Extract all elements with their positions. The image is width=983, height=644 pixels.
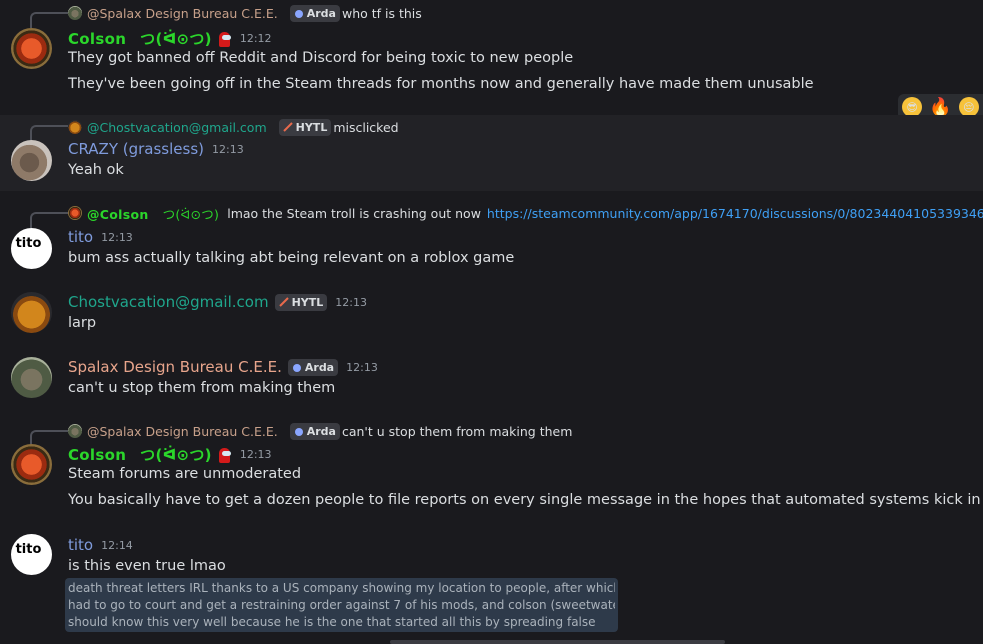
timestamp: 12:13 bbox=[346, 360, 378, 374]
author-name[interactable]: tito bbox=[68, 536, 93, 554]
attachment-text: death threat letters IRL thanks to a US … bbox=[68, 581, 615, 595]
crewmate-icon bbox=[218, 446, 232, 464]
reply-avatar bbox=[68, 120, 82, 134]
role-tag: HYTL bbox=[278, 118, 332, 136]
reply-preview[interactable]: @Colson つ(ᐛ⊙つ) lmao the Steam troll is cr… bbox=[68, 204, 983, 222]
author-name[interactable]: tito bbox=[68, 228, 93, 246]
avatar[interactable]: tito bbox=[11, 228, 52, 269]
flame-tag-icon bbox=[294, 428, 303, 436]
role-tag: Arda bbox=[289, 4, 340, 22]
message-colson-2: @Spalax Design Bureau C.E.E. Arda can't … bbox=[0, 418, 983, 518]
reply-text: can't u stop them from making them bbox=[341, 423, 573, 439]
image-attachment[interactable]: death threat letters IRL thanks to a US … bbox=[65, 578, 618, 632]
author-name[interactable]: Spalax Design Bureau C.E.E. bbox=[68, 358, 282, 376]
reply-author[interactable]: @Spalax Design Bureau C.E.E. bbox=[87, 6, 278, 21]
author-kaomoji: つ(ᐛ⊙つ) bbox=[140, 446, 212, 464]
pensive-face-emoji[interactable]: 😔 bbox=[958, 97, 979, 117]
fire-emoji[interactable]: 🔥 bbox=[929, 97, 951, 118]
avatar[interactable] bbox=[11, 140, 52, 181]
timestamp: 12:13 bbox=[212, 142, 244, 156]
timestamp: 12:12 bbox=[239, 32, 272, 45]
message-header: Colson つ(ᐛ⊙つ) 12:12 bbox=[68, 28, 272, 49]
author-name[interactable]: CRAZY (grassless) bbox=[68, 140, 204, 158]
reply-preview[interactable]: @Spalax Design Bureau C.E.E. Arda who tf… bbox=[68, 4, 422, 22]
crewmate-icon bbox=[218, 30, 232, 48]
author-kaomoji: つ(ᐛ⊙つ) bbox=[140, 30, 212, 48]
message-header: Chostvacation@gmail.com HYTL 12:13 bbox=[68, 293, 367, 311]
cool-face-emoji[interactable]: 😎 bbox=[902, 97, 923, 117]
reply-text: lmao the Steam troll is crashing out now bbox=[227, 205, 481, 221]
message-header: tito 12:14 bbox=[68, 536, 133, 554]
avatar[interactable] bbox=[11, 28, 52, 69]
fire-tag-icon bbox=[294, 10, 303, 18]
message-colson-1: @Spalax Design Bureau C.E.E. Arda who tf… bbox=[0, 0, 983, 100]
role-tag: Arda bbox=[287, 358, 339, 376]
timestamp: 12:13 bbox=[335, 295, 367, 309]
role-tag: HYTL bbox=[274, 293, 328, 311]
sword-tag-icon bbox=[282, 122, 293, 132]
reply-text: misclicked bbox=[333, 119, 399, 135]
message-spalax: Spalax Design Bureau C.E.E. Arda 12:13 c… bbox=[0, 355, 983, 415]
reply-author[interactable]: @Spalax Design Bureau C.E.E. bbox=[87, 424, 278, 439]
message-text: You basically have to get a dozen people… bbox=[68, 492, 981, 508]
message-header: tito 12:13 bbox=[68, 228, 133, 246]
message-text: They've been going off in the Steam thre… bbox=[68, 76, 814, 92]
reply-avatar bbox=[68, 424, 82, 438]
timestamp: 12:13 bbox=[239, 448, 272, 461]
role-tag: Arda bbox=[289, 422, 340, 440]
message-header: CRAZY (grassless) 12:13 bbox=[68, 140, 244, 158]
horizontal-scrollbar[interactable] bbox=[390, 640, 725, 644]
reply-author[interactable]: @Colson つ(ᐛ⊙つ) bbox=[87, 204, 219, 223]
reply-avatar bbox=[68, 206, 82, 220]
message-tito-1: @Colson つ(ᐛ⊙つ) lmao the Steam troll is cr… bbox=[0, 200, 983, 280]
sword-tag-icon bbox=[278, 297, 289, 307]
message-text: They got banned off Reddit and Discord f… bbox=[68, 50, 574, 66]
message-crazy: @Chostvacation@gmail.com HYTL misclicked… bbox=[0, 115, 983, 191]
author-name[interactable]: Chostvacation@gmail.com bbox=[68, 293, 269, 311]
avatar[interactable] bbox=[11, 444, 52, 485]
reply-preview[interactable]: @Spalax Design Bureau C.E.E. Arda can't … bbox=[68, 422, 572, 440]
message-text: is this even true lmao bbox=[68, 558, 226, 574]
message-text: Steam forums are unmoderated bbox=[68, 466, 302, 482]
attachment-text: had to go to court and get a restraining… bbox=[68, 598, 615, 612]
author-name[interactable]: Colson bbox=[68, 30, 126, 48]
message-chostvacation: Chostvacation@gmail.com HYTL 12:13 larp bbox=[0, 290, 983, 350]
timestamp: 12:13 bbox=[101, 230, 133, 244]
reply-link[interactable]: https://steamcommunity.com/app/1674170/d… bbox=[487, 206, 983, 221]
avatar[interactable] bbox=[11, 357, 52, 398]
message-header: Colson つ(ᐛ⊙つ) 12:13 bbox=[68, 444, 272, 465]
reply-preview[interactable]: @Chostvacation@gmail.com HYTL misclicked bbox=[68, 118, 399, 136]
avatar[interactable] bbox=[11, 292, 52, 333]
message-text: Yeah ok bbox=[68, 162, 124, 178]
attachment-text: should know this very well because he is… bbox=[68, 615, 596, 629]
reply-avatar bbox=[68, 6, 82, 20]
reply-text: who tf is this bbox=[341, 5, 422, 21]
flame-tag-icon bbox=[292, 364, 301, 372]
message-header: Spalax Design Bureau C.E.E. Arda 12:13 bbox=[68, 358, 378, 376]
message-text: larp bbox=[68, 315, 97, 331]
reply-author[interactable]: @Chostvacation@gmail.com bbox=[87, 120, 267, 135]
message-text: bum ass actually talking abt being relev… bbox=[68, 250, 515, 266]
author-name[interactable]: Colson bbox=[68, 446, 126, 464]
avatar[interactable]: tito bbox=[11, 534, 52, 575]
message-text: can't u stop them from making them bbox=[68, 380, 336, 396]
timestamp: 12:14 bbox=[101, 538, 133, 552]
